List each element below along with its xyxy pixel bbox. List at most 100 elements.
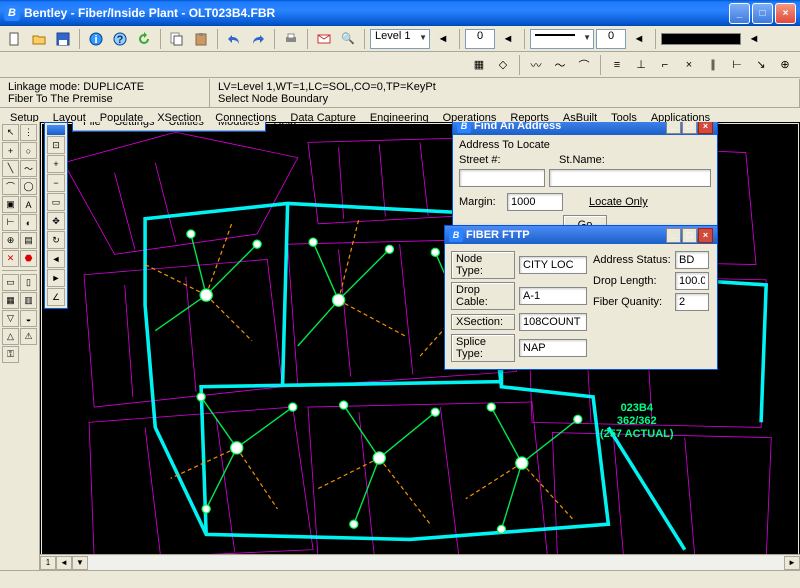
info-button[interactable]: i <box>85 28 107 50</box>
view-down-button[interactable]: ▼ <box>72 556 88 570</box>
view-pan-button[interactable]: ✥ <box>47 212 65 230</box>
circle-tool[interactable]: ○ <box>20 142 37 159</box>
cube-tool[interactable]: ▣ <box>2 196 19 213</box>
dimension-tool[interactable]: ⊢ <box>2 214 19 231</box>
snap-mid-button[interactable]: ⊢ <box>726 54 748 76</box>
node-type-label[interactable]: Node Type: <box>451 251 515 279</box>
help-button[interactable]: ? <box>109 28 131 50</box>
fttp-panel-max[interactable]: □ <box>682 228 697 243</box>
color-swatch[interactable] <box>661 33 741 45</box>
palette-tool[interactable]: ◐ <box>20 214 37 231</box>
snap-perp-button[interactable]: ⊥ <box>630 54 652 76</box>
redo-button[interactable] <box>247 28 269 50</box>
view-scrollbar[interactable]: 1 ◄ ▼ ► <box>40 554 800 570</box>
view-left-button[interactable]: ◄ <box>56 556 72 570</box>
ellipse-tool[interactable]: ◯ <box>20 178 37 195</box>
comm-menu-modules[interactable]: Modules <box>212 122 266 130</box>
view-window-button[interactable]: ▭ <box>47 193 65 211</box>
pin-tool[interactable]: ◒ <box>20 310 37 327</box>
copy-button[interactable] <box>166 28 188 50</box>
xsection-label[interactable]: XSection: <box>451 314 515 330</box>
address-panel-min[interactable]: _ <box>666 122 681 134</box>
street-num-input[interactable] <box>459 169 545 187</box>
close-button[interactable]: × <box>775 3 796 24</box>
pointer-tool[interactable]: ↖ <box>2 124 19 141</box>
view-toolbox-grip[interactable] <box>47 125 65 135</box>
snap-end-button[interactable]: ⌐ <box>654 54 676 76</box>
view-area[interactable]: 023B4 362/362 (257 ACTUAL) ⊡ + − ▭ ✥ ↻ ◄… <box>40 122 800 570</box>
comm-menu-help[interactable]: Help <box>268 122 303 130</box>
snap-int-button[interactable]: × <box>678 54 700 76</box>
drop-cable-input[interactable] <box>519 287 587 305</box>
curve1-button[interactable]: 〰 <box>525 54 547 76</box>
fttp-panel-min[interactable]: _ <box>666 228 681 243</box>
comm-panel[interactable]: B Bentley Communications × File Settings… <box>72 122 266 132</box>
linestyle-select[interactable] <box>530 29 594 49</box>
comm-menu-file[interactable]: File <box>77 122 107 130</box>
layer-tool[interactable]: ▤ <box>20 232 37 249</box>
key-tool[interactable]: ⚿ <box>2 346 19 363</box>
mail-button[interactable] <box>313 28 335 50</box>
text-tool[interactable]: A <box>20 196 37 213</box>
snap-near-button[interactable]: ↘ <box>750 54 772 76</box>
rect-tool[interactable]: ▭ <box>2 274 19 291</box>
color-prev[interactable]: ◄ <box>743 28 765 50</box>
table-tool[interactable]: ▦ <box>2 292 19 309</box>
locate-only-link[interactable]: Locate Only <box>589 196 648 208</box>
view-prev-button[interactable]: ◄ <box>47 250 65 268</box>
align-h-button[interactable]: ≡ <box>606 54 628 76</box>
fttp-panel-close[interactable]: × <box>698 228 713 243</box>
warn-tool[interactable]: ⚠ <box>20 328 37 345</box>
undo-button[interactable] <box>223 28 245 50</box>
snap-grid-button[interactable]: ▦ <box>468 54 490 76</box>
st-name-input[interactable] <box>549 169 711 187</box>
save-button[interactable] <box>52 28 74 50</box>
view-toolbox[interactable]: ⊡ + − ▭ ✥ ↻ ◄ ► ∠ <box>44 122 68 309</box>
node-type-input[interactable] <box>519 256 587 274</box>
find-button[interactable]: 🔍 <box>337 28 359 50</box>
margin-input[interactable] <box>507 193 563 211</box>
mark-tool[interactable]: ▽ <box>2 310 19 327</box>
toolbar-num-2[interactable]: 0 <box>596 29 626 49</box>
snap-ctr-button[interactable]: ⊕ <box>774 54 796 76</box>
print-button[interactable] <box>280 28 302 50</box>
maximize-button[interactable]: □ <box>752 3 773 24</box>
open-file-button[interactable] <box>28 28 50 50</box>
paste-button[interactable] <box>190 28 212 50</box>
pointlist-tool[interactable]: ⋮ <box>20 124 37 141</box>
stop-tool[interactable]: ⬣ <box>20 250 37 267</box>
scale-tool[interactable]: ▥ <box>20 292 37 309</box>
toolbar-num-1[interactable]: 0 <box>465 29 495 49</box>
view-right-button[interactable]: ► <box>784 556 800 570</box>
fiber-quantity-input[interactable] <box>675 293 709 311</box>
toolbar-prev-1[interactable]: ◄ <box>497 28 519 50</box>
minimize-button[interactable]: _ <box>729 3 750 24</box>
xsection-input[interactable] <box>519 313 587 331</box>
comm-menu-settings[interactable]: Settings <box>109 122 161 130</box>
view-scroll-track[interactable] <box>88 556 784 570</box>
target-tool[interactable]: ⊕ <box>2 232 19 249</box>
arc-tool[interactable]: ⌒ <box>2 178 19 195</box>
refresh-button[interactable] <box>133 28 155 50</box>
curve-tool[interactable]: 〜 <box>20 160 37 177</box>
tri-tool[interactable]: △ <box>2 328 19 345</box>
view-fit-button[interactable]: ⊡ <box>47 136 65 154</box>
drop-length-input[interactable] <box>675 272 709 290</box>
address-panel-close[interactable]: × <box>698 122 713 134</box>
comm-menu-utilities[interactable]: Utilities <box>162 122 209 130</box>
box-tool[interactable]: ▯ <box>20 274 37 291</box>
view-rotate-button[interactable]: ↻ <box>47 231 65 249</box>
address-panel-max[interactable]: □ <box>682 122 697 134</box>
snap-par-button[interactable]: ∥ <box>702 54 724 76</box>
view-zoomout-button[interactable]: − <box>47 174 65 192</box>
view-zoomin-button[interactable]: + <box>47 155 65 173</box>
splice-type-input[interactable] <box>519 339 587 357</box>
drop-cable-label[interactable]: Drop Cable: <box>451 282 515 310</box>
view-next-button[interactable]: ► <box>47 269 65 287</box>
snap-point-button[interactable]: ◇ <box>492 54 514 76</box>
plus-tool[interactable]: + <box>2 142 19 159</box>
line-tool[interactable]: ╲ <box>2 160 19 177</box>
curve2-button[interactable]: 〜 <box>549 54 571 76</box>
fttp-panel[interactable]: B FIBER FTTP _ □ × Node Type: Drop Cable… <box>444 225 718 370</box>
new-file-button[interactable] <box>4 28 26 50</box>
